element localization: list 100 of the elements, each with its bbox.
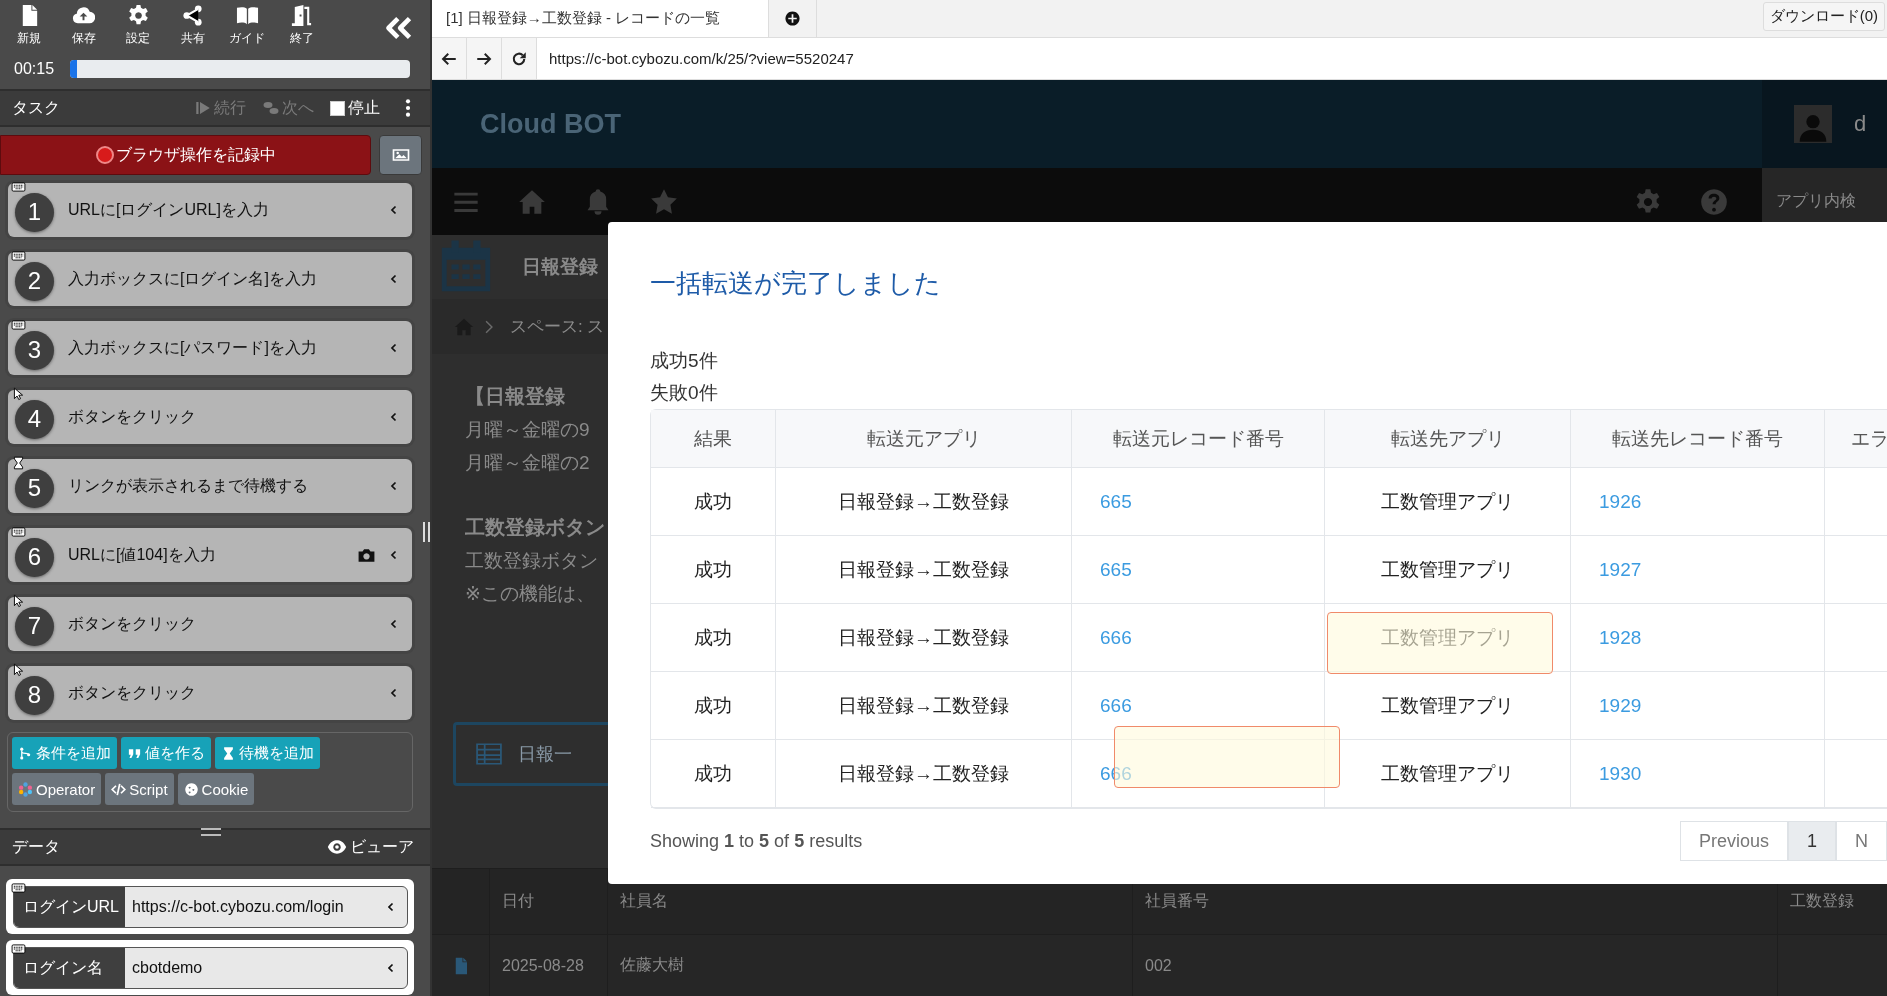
record-link[interactable]: 1926 — [1599, 490, 1642, 513]
record-dot-icon — [95, 146, 114, 164]
checkbox-label[interactable]: 停止 — [348, 97, 380, 119]
table-cell: 002 — [1133, 935, 1778, 996]
column-header: 転送元アプリ — [776, 410, 1072, 468]
table-cell-text: 成功 — [694, 489, 732, 514]
record-link[interactable]: 1928 — [1599, 626, 1642, 649]
table-cell-text: 日報登録→工数登録 — [838, 693, 1009, 718]
record-link[interactable]: 1929 — [1599, 694, 1642, 717]
resize-handle[interactable] — [201, 828, 221, 836]
add-button[interactable]: 値を作る — [121, 737, 211, 769]
section-title: データ — [12, 836, 61, 857]
step-number: 1 — [15, 192, 54, 232]
code-icon — [111, 781, 127, 797]
toolbar-button[interactable]: 共有 — [165, 4, 220, 47]
url-field[interactable]: https://c-bot.cybozu.com/k/25/?view=5520247 — [537, 38, 1887, 79]
table-cell-text: 日報登録→工数登録 — [838, 489, 1009, 514]
add-button[interactable]: 待機を追加 — [215, 737, 320, 769]
table-cell-text: 成功 — [694, 761, 732, 786]
page-button[interactable]: Previous — [1679, 821, 1788, 861]
browser-tab[interactable]: [1] 日報登録→工数登録 - レコードの一覧 — [432, 0, 769, 37]
keyboard-icon — [10, 318, 27, 332]
viewer-button[interactable]: ビューア — [327, 836, 414, 858]
step-card[interactable]: 6 URLに[値104]を入力 — [8, 528, 412, 582]
breadcrumb-link[interactable]: スペース: ス — [510, 315, 605, 338]
table-cell-text: 日報登録→工数登録 — [838, 761, 1009, 786]
record-link[interactable]: 666 — [1100, 626, 1132, 649]
step-text: 入力ボックスに[パスワード]を入力 — [68, 337, 318, 358]
table-cell-text: 工数管理アプリ — [1381, 761, 1514, 786]
description-text: 月曜～金曜の9 — [465, 418, 590, 442]
table-cell-text: 成功 — [694, 557, 732, 582]
add-button[interactable]: 条件を追加 — [12, 737, 117, 769]
star-icon[interactable] — [650, 187, 678, 216]
description-text: 月曜～金曜の2 — [465, 451, 590, 475]
table-cell-text: 工数管理アプリ — [1381, 557, 1514, 582]
toolbar-button[interactable]: ガイド — [220, 4, 275, 47]
dialog-title: 一括転送が完了しました — [650, 267, 942, 300]
tool-button[interactable]: Operator — [12, 773, 102, 805]
step-number: 4 — [15, 399, 54, 439]
stop-checkbox[interactable] — [330, 100, 345, 116]
step-text: ボタンをクリック — [68, 406, 197, 427]
step-card[interactable]: 7 ボタンをクリック — [8, 597, 412, 651]
record-button[interactable]: ブラウザ操作を記録中 — [0, 135, 372, 175]
field-label: ログイン名 — [14, 948, 125, 988]
column-header: 転送元レコード番号 — [1072, 410, 1325, 468]
column-header: 結果 — [651, 410, 776, 468]
step-card[interactable]: 5 リンクが表示されるまで待機する — [8, 459, 412, 513]
footprints-icon — [262, 99, 280, 117]
splitter-handle[interactable] — [423, 522, 430, 542]
results-summary: Showing 1 to 5 of 5 results — [650, 830, 863, 852]
step-card[interactable]: 1 URLに[ログインURL]を入力 — [8, 183, 412, 237]
hourglass-icon — [221, 745, 236, 761]
dots-icon — [18, 781, 33, 797]
step-number: 6 — [15, 537, 54, 577]
eye-icon — [327, 837, 347, 857]
record-link[interactable]: 665 — [1100, 490, 1132, 513]
tool-button[interactable]: Script — [105, 773, 174, 805]
summary-text: 失敗0件 — [650, 381, 719, 405]
data-field-card[interactable]: ログイン名 cbotdemo — [6, 940, 414, 995]
step-card[interactable]: 2 入力ボックスに[ログイン名]を入力 — [8, 252, 412, 306]
user-name[interactable]: d — [1854, 111, 1867, 137]
brand-logo: Cloud BOT — [480, 108, 621, 140]
table-cell: 2025-08-28 — [490, 935, 608, 996]
data-field-card[interactable]: ログインURL https://c-bot.cybozu.com/login — [6, 879, 414, 934]
description-text: ※この機能は、 — [465, 582, 595, 606]
keyboard-icon — [10, 249, 27, 263]
toolbar-button[interactable]: 新規 — [2, 4, 57, 47]
download-button[interactable]: ダウンロード(0) — [1762, 2, 1885, 31]
step-number: 8 — [15, 675, 54, 715]
table-cell-text: 工数管理アプリ — [1381, 489, 1514, 514]
step-text: URLに[値104]を入力 — [68, 544, 217, 565]
image-button[interactable] — [379, 135, 422, 175]
toolbar-button[interactable]: 保存 — [56, 4, 111, 47]
field-value: cbotdemo — [131, 959, 204, 977]
collapse-button[interactable] — [384, 14, 414, 42]
record-link[interactable]: 666 — [1100, 694, 1132, 717]
tool-button[interactable]: Cookie — [177, 773, 255, 805]
toolbar-button[interactable]: 終了 — [274, 4, 329, 47]
app-title: 日報登録 — [522, 255, 598, 279]
double-chevron-icon — [384, 14, 414, 42]
step-card[interactable]: 3 入力ボックスに[パスワード]を入力 — [8, 321, 412, 375]
column-header: 転送先アプリ — [1325, 410, 1571, 468]
description-text: 【日報登録 — [465, 384, 565, 409]
timer-text: 00:15 — [14, 60, 55, 78]
page-button[interactable]: N — [1836, 821, 1887, 861]
toolbar-button[interactable]: 設定 — [111, 4, 166, 47]
field-label: ログインURL — [14, 887, 125, 927]
table-cell-text: 日報登録→工数登録 — [838, 625, 1009, 650]
table-cell-text: 日報登録→工数登録 — [838, 557, 1009, 582]
record-link[interactable]: 1930 — [1599, 762, 1642, 785]
step-text: ボタンをクリック — [68, 613, 197, 634]
section-title: タスク — [12, 97, 61, 118]
record-link[interactable]: 665 — [1100, 558, 1132, 581]
book-icon — [235, 4, 259, 27]
table-cell-text: 工数管理アプリ — [1381, 625, 1514, 650]
step-card[interactable]: 4 ボタンをクリック — [8, 390, 412, 444]
record-link[interactable]: 1927 — [1599, 558, 1642, 581]
step-card[interactable]: 8 ボタンをクリック — [8, 666, 412, 720]
page-button[interactable]: 1 — [1788, 821, 1836, 861]
door-icon — [290, 4, 314, 27]
